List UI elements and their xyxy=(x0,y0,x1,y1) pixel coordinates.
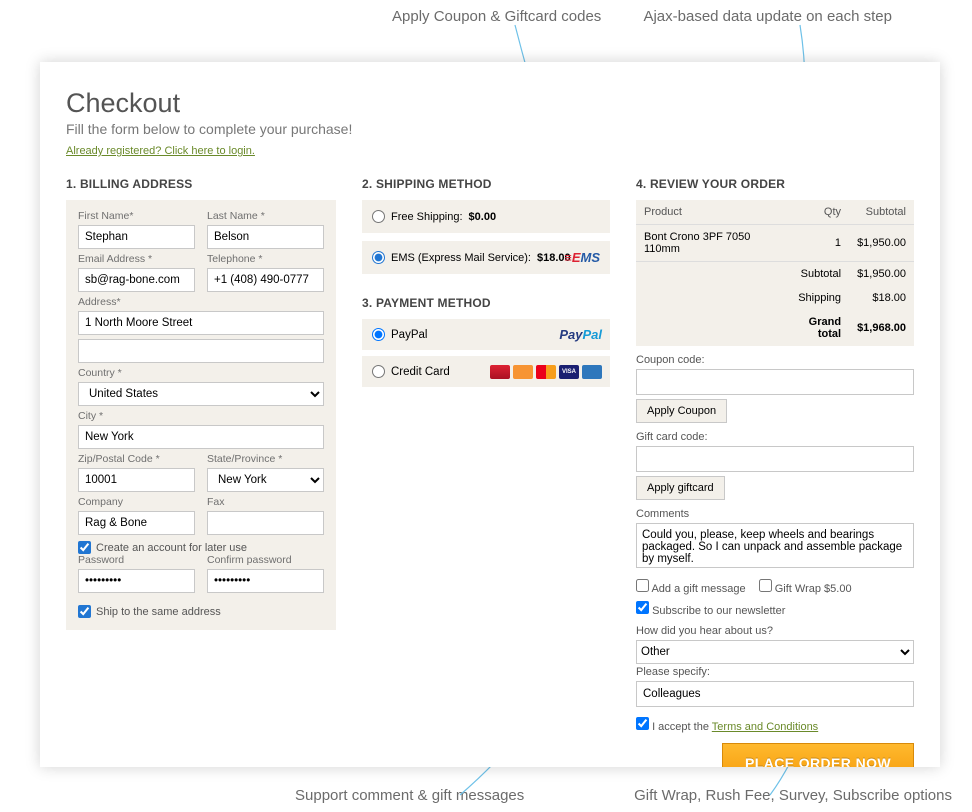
grand-label: Grand total xyxy=(777,310,849,346)
subtotal-value: $1,950.00 xyxy=(849,262,914,287)
confirm-label: Confirm password xyxy=(207,554,324,566)
review-title: 4. REVIEW YOUR ORDER xyxy=(636,177,914,191)
last-name-label: Last Name * xyxy=(207,210,324,222)
phone-label: Telephone * xyxy=(207,253,324,265)
grand-total-row: Grand total$1,968.00 xyxy=(636,310,914,346)
cc-logos-icon: VISA xyxy=(490,365,602,379)
email-label: Email Address * xyxy=(78,253,195,265)
create-account-checkbox[interactable] xyxy=(78,541,91,554)
giftcard-label: Gift card code: xyxy=(636,431,914,443)
address1-input[interactable] xyxy=(78,311,324,335)
shipping-free-label: Free Shipping: xyxy=(391,211,463,223)
email-input[interactable] xyxy=(78,268,195,292)
item-name: Bont Crono 3PF 7050 110mm xyxy=(636,225,777,262)
password-input[interactable] xyxy=(78,569,195,593)
payment-cc-radio[interactable] xyxy=(372,365,385,378)
shipping-ems-radio[interactable] xyxy=(372,251,385,264)
fax-input[interactable] xyxy=(207,511,324,535)
login-link[interactable]: Already registered? Click here to login. xyxy=(66,145,255,157)
gift-message-checkbox[interactable] xyxy=(636,579,649,592)
comments-textarea[interactable]: Could you, please, keep wheels and beari… xyxy=(636,523,914,568)
payment-paypal-row[interactable]: PayPal PayPal xyxy=(362,319,610,350)
zip-label: Zip/Postal Code * xyxy=(78,453,195,465)
newsletter-label: Subscribe to our newsletter xyxy=(652,605,785,617)
subtotal-row: Subtotal$1,950.00 xyxy=(636,262,914,287)
payment-cc-row[interactable]: Credit Card VISA xyxy=(362,356,610,387)
order-line-item: Bont Crono 3PF 7050 110mm 1 $1,950.00 xyxy=(636,225,914,262)
gift-message-label: Add a gift message xyxy=(651,583,745,595)
ship-same-label: Ship to the same address xyxy=(96,606,221,618)
apply-coupon-button[interactable]: Apply Coupon xyxy=(636,399,727,423)
shipping-ems-label: EMS (Express Mail Service): xyxy=(391,252,531,264)
terms-link[interactable]: Terms and Conditions xyxy=(712,721,818,733)
apply-giftcard-button[interactable]: Apply giftcard xyxy=(636,476,725,500)
password-label: Password xyxy=(78,554,195,566)
annotation-comment: Support comment & gift messages xyxy=(295,787,524,804)
state-label: State/Province * xyxy=(207,453,324,465)
create-account-label: Create an account for later use xyxy=(96,542,247,554)
annotation-coupon: Apply Coupon & Giftcard codes xyxy=(392,8,601,25)
fax-label: Fax xyxy=(207,496,324,508)
coupon-input[interactable] xyxy=(636,369,914,395)
country-select[interactable]: United States xyxy=(78,382,324,406)
checkout-card: Checkout Fill the form below to complete… xyxy=(40,62,940,767)
shipping-free-radio[interactable] xyxy=(372,210,385,223)
payment-cc-label: Credit Card xyxy=(391,366,450,378)
specify-label: Please specify: xyxy=(636,666,914,678)
first-name-input[interactable] xyxy=(78,225,195,249)
subtotal-label: Subtotal xyxy=(777,262,849,287)
billing-panel: First Name* Last Name * Email Address * … xyxy=(66,200,336,630)
payment-paypal-label: PayPal xyxy=(391,329,427,341)
place-order-button[interactable]: PLACE ORDER NOW xyxy=(722,743,914,767)
annotation-ajax: Ajax-based data update on each step xyxy=(643,8,892,25)
annotation-options: Gift Wrap, Rush Fee, Survey, Subscribe o… xyxy=(634,787,952,804)
th-qty: Qty xyxy=(777,200,849,225)
th-subtotal: Subtotal xyxy=(849,200,914,225)
shipping-title: 2. SHIPPING METHOD xyxy=(362,177,610,191)
accept-terms-checkbox[interactable] xyxy=(636,717,649,730)
shipping-value: $18.00 xyxy=(849,286,914,310)
confirm-input[interactable] xyxy=(207,569,324,593)
paypal-logo-icon: PayPal xyxy=(559,327,602,342)
gift-wrap-checkbox[interactable] xyxy=(759,579,772,592)
gift-wrap-label: Gift Wrap $5.00 xyxy=(775,583,852,595)
last-name-input[interactable] xyxy=(207,225,324,249)
payment-paypal-radio[interactable] xyxy=(372,328,385,341)
payment-title: 3. PAYMENT METHOD xyxy=(362,296,610,310)
grand-value: $1,968.00 xyxy=(849,310,914,346)
zip-input[interactable] xyxy=(78,468,195,492)
coupon-label: Coupon code: xyxy=(636,354,914,366)
hear-select[interactable]: Other xyxy=(636,640,914,664)
first-name-label: First Name* xyxy=(78,210,195,222)
order-summary-table: Product Qty Subtotal Bont Crono 3PF 7050… xyxy=(636,200,914,346)
giftcard-input[interactable] xyxy=(636,446,914,472)
address-label: Address* xyxy=(78,296,324,308)
company-label: Company xyxy=(78,496,195,508)
item-qty: 1 xyxy=(777,225,849,262)
hear-label: How did you hear about us? xyxy=(636,625,914,637)
billing-title: 1. BILLING ADDRESS xyxy=(66,177,336,191)
city-input[interactable] xyxy=(78,425,324,449)
item-price: $1,950.00 xyxy=(849,225,914,262)
ems-logo-icon: ≡EMS xyxy=(564,250,600,265)
specify-input[interactable] xyxy=(636,681,914,707)
page-subtitle: Fill the form below to complete your pur… xyxy=(66,121,914,137)
comments-label: Comments xyxy=(636,508,914,520)
company-input[interactable] xyxy=(78,511,195,535)
shipping-label: Shipping xyxy=(777,286,849,310)
shipping-free-price: $0.00 xyxy=(469,211,497,223)
address2-input[interactable] xyxy=(78,339,324,363)
state-select[interactable]: New York xyxy=(207,468,324,492)
th-product: Product xyxy=(636,200,777,225)
shipping-ems-row[interactable]: EMS (Express Mail Service): $18.00 ≡EMS xyxy=(362,241,610,274)
page-title: Checkout xyxy=(66,88,914,119)
accept-prefix: I accept the xyxy=(652,721,712,733)
shipping-free-row[interactable]: Free Shipping: $0.00 xyxy=(362,200,610,233)
city-label: City * xyxy=(78,410,324,422)
phone-input[interactable] xyxy=(207,268,324,292)
newsletter-checkbox[interactable] xyxy=(636,601,649,614)
country-label: Country * xyxy=(78,367,324,379)
ship-same-checkbox[interactable] xyxy=(78,605,91,618)
shipping-row: Shipping$18.00 xyxy=(636,286,914,310)
